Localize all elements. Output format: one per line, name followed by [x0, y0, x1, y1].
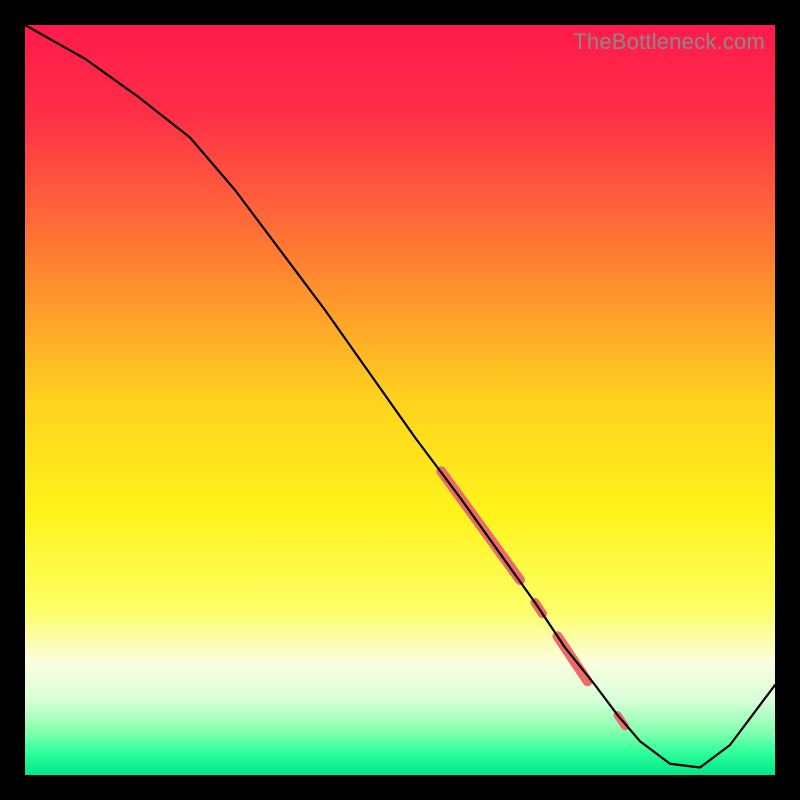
chart-frame: TheBottleneck.com — [25, 25, 775, 775]
gradient-background — [25, 25, 775, 775]
watermark-text: TheBottleneck.com — [573, 29, 765, 55]
chart-svg — [25, 25, 775, 775]
